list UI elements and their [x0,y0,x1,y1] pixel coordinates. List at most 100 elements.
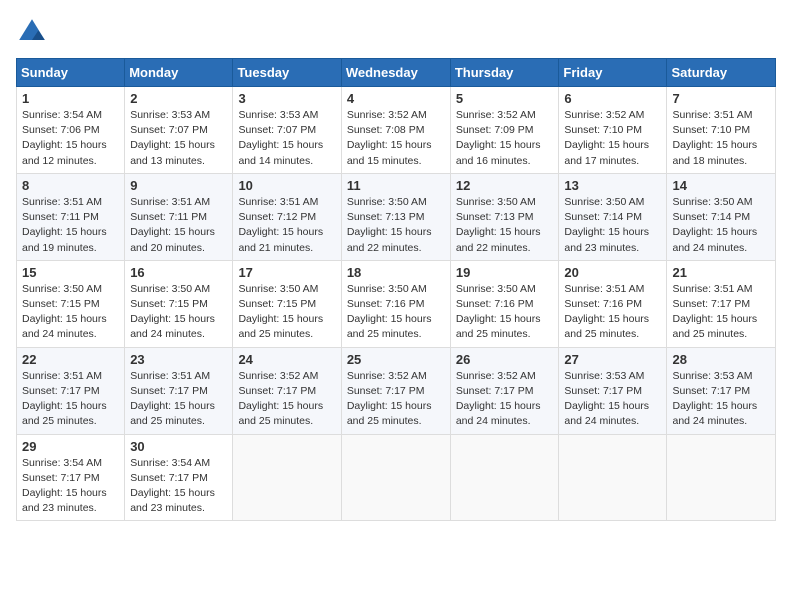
calendar-day-26: 26 Sunrise: 3:52 AMSunset: 7:17 PMDayligh… [450,347,559,434]
logo [16,16,52,48]
header-tuesday: Tuesday [233,59,341,87]
calendar-week-3: 15 Sunrise: 3:50 AMSunset: 7:15 PMDayligh… [17,260,776,347]
header-friday: Friday [559,59,667,87]
calendar-day-30: 30Sunrise: 3:54 AMSunset: 7:17 PMDayligh… [125,434,233,521]
calendar-week-4: 22 Sunrise: 3:51 AMSunset: 7:17 PMDayligh… [17,347,776,434]
day-number: 21 [672,265,770,280]
cell-info: Sunrise: 3:54 AMSunset: 7:06 PMDaylight:… [22,108,119,169]
calendar-day-20: 20 Sunrise: 3:51 AMSunset: 7:16 PMDayligh… [559,260,667,347]
calendar-day-7: 7 Sunrise: 3:51 AMSunset: 7:10 PMDaylight… [667,87,776,174]
cell-info: Sunrise: 3:51 AMSunset: 7:17 PMDaylight:… [672,282,770,343]
cell-info: Sunrise: 3:51 AMSunset: 7:17 PMDaylight:… [130,369,227,430]
header-monday: Monday [125,59,233,87]
cell-info: Sunrise: 3:52 AMSunset: 7:17 PMDaylight:… [347,369,445,430]
cell-info: Sunrise: 3:50 AMSunset: 7:16 PMDaylight:… [347,282,445,343]
calendar-day-14: 14Sunrise: 3:50 AMSunset: 7:14 PMDayligh… [667,173,776,260]
calendar-day-25: 25 Sunrise: 3:52 AMSunset: 7:17 PMDayligh… [341,347,450,434]
calendar-day-18: 18Sunrise: 3:50 AMSunset: 7:16 PMDayligh… [341,260,450,347]
day-number: 28 [672,352,770,367]
calendar-day-6: 6Sunrise: 3:52 AMSunset: 7:10 PMDaylight… [559,87,667,174]
calendar-day-13: 13Sunrise: 3:50 AMSunset: 7:14 PMDayligh… [559,173,667,260]
header-saturday: Saturday [667,59,776,87]
calendar-day-29: 29Sunrise: 3:54 AMSunset: 7:17 PMDayligh… [17,434,125,521]
calendar-day-23: 23 Sunrise: 3:51 AMSunset: 7:17 PMDayligh… [125,347,233,434]
cell-info: Sunrise: 3:50 AMSunset: 7:14 PMDaylight:… [672,195,770,256]
cell-info: Sunrise: 3:53 AMSunset: 7:07 PMDaylight:… [238,108,335,169]
cell-info: Sunrise: 3:54 AMSunset: 7:17 PMDaylight:… [130,456,227,517]
cell-info: Sunrise: 3:51 AMSunset: 7:16 PMDaylight:… [564,282,661,343]
logo-icon [16,16,48,48]
cell-info: Sunrise: 3:52 AMSunset: 7:17 PMDaylight:… [456,369,554,430]
calendar-day-12: 12Sunrise: 3:50 AMSunset: 7:13 PMDayligh… [450,173,559,260]
cell-info: Sunrise: 3:50 AMSunset: 7:13 PMDaylight:… [456,195,554,256]
day-number: 26 [456,352,554,367]
cell-info: Sunrise: 3:53 AMSunset: 7:07 PMDaylight:… [130,108,227,169]
calendar-day-28: 28 Sunrise: 3:53 AMSunset: 7:17 PMDayligh… [667,347,776,434]
calendar-day-8: 8 Sunrise: 3:51 AMSunset: 7:11 PMDaylight… [17,173,125,260]
day-number: 8 [22,178,119,193]
empty-cell [233,434,341,521]
calendar-day-9: 9Sunrise: 3:51 AMSunset: 7:11 PMDaylight… [125,173,233,260]
cell-info: Sunrise: 3:50 AMSunset: 7:15 PMDaylight:… [22,282,119,343]
calendar-day-21: 21 Sunrise: 3:51 AMSunset: 7:17 PMDayligh… [667,260,776,347]
calendar-day-19: 19 Sunrise: 3:50 AMSunset: 7:16 PMDayligh… [450,260,559,347]
calendar-day-24: 24 Sunrise: 3:52 AMSunset: 7:17 PMDayligh… [233,347,341,434]
cell-info: Sunrise: 3:50 AMSunset: 7:15 PMDaylight:… [130,282,227,343]
day-number: 4 [347,91,445,106]
day-number: 15 [22,265,119,280]
calendar-day-27: 27Sunrise: 3:53 AMSunset: 7:17 PMDayligh… [559,347,667,434]
day-number: 17 [238,265,335,280]
cell-info: Sunrise: 3:53 AMSunset: 7:17 PMDaylight:… [564,369,661,430]
empty-cell [450,434,559,521]
cell-info: Sunrise: 3:54 AMSunset: 7:17 PMDaylight:… [22,456,119,517]
cell-info: Sunrise: 3:50 AMSunset: 7:13 PMDaylight:… [347,195,445,256]
day-number: 5 [456,91,554,106]
calendar-day-16: 16 Sunrise: 3:50 AMSunset: 7:15 PMDayligh… [125,260,233,347]
cell-info: Sunrise: 3:51 AMSunset: 7:17 PMDaylight:… [22,369,119,430]
calendar-day-2: 2 Sunrise: 3:53 AMSunset: 7:07 PMDaylight… [125,87,233,174]
calendar-day-1: 1 Sunrise: 3:54 AMSunset: 7:06 PMDaylight… [17,87,125,174]
day-number: 25 [347,352,445,367]
day-number: 7 [672,91,770,106]
header-sunday: Sunday [17,59,125,87]
empty-cell [667,434,776,521]
day-number: 22 [22,352,119,367]
header-wednesday: Wednesday [341,59,450,87]
calendar-week-2: 8 Sunrise: 3:51 AMSunset: 7:11 PMDaylight… [17,173,776,260]
cell-info: Sunrise: 3:52 AMSunset: 7:17 PMDaylight:… [238,369,335,430]
cell-info: Sunrise: 3:51 AMSunset: 7:10 PMDaylight:… [672,108,770,169]
day-number: 1 [22,91,119,106]
calendar-week-1: 1 Sunrise: 3:54 AMSunset: 7:06 PMDaylight… [17,87,776,174]
calendar-day-4: 4 Sunrise: 3:52 AMSunset: 7:08 PMDaylight… [341,87,450,174]
calendar-header-row: SundayMondayTuesdayWednesdayThursdayFrid… [17,59,776,87]
calendar-table: SundayMondayTuesdayWednesdayThursdayFrid… [16,58,776,521]
calendar-day-3: 3 Sunrise: 3:53 AMSunset: 7:07 PMDaylight… [233,87,341,174]
page-header [16,16,776,48]
calendar-day-10: 10 Sunrise: 3:51 AMSunset: 7:12 PMDayligh… [233,173,341,260]
cell-info: Sunrise: 3:51 AMSunset: 7:11 PMDaylight:… [22,195,119,256]
empty-cell [341,434,450,521]
cell-info: Sunrise: 3:52 AMSunset: 7:10 PMDaylight:… [564,108,661,169]
empty-cell [559,434,667,521]
calendar-day-22: 22 Sunrise: 3:51 AMSunset: 7:17 PMDayligh… [17,347,125,434]
cell-info: Sunrise: 3:50 AMSunset: 7:16 PMDaylight:… [456,282,554,343]
day-number: 2 [130,91,227,106]
calendar-day-5: 5Sunrise: 3:52 AMSunset: 7:09 PMDaylight… [450,87,559,174]
day-number: 11 [347,178,445,193]
cell-info: Sunrise: 3:50 AMSunset: 7:15 PMDaylight:… [238,282,335,343]
day-number: 23 [130,352,227,367]
cell-info: Sunrise: 3:53 AMSunset: 7:17 PMDaylight:… [672,369,770,430]
day-number: 20 [564,265,661,280]
day-number: 24 [238,352,335,367]
calendar-day-17: 17 Sunrise: 3:50 AMSunset: 7:15 PMDayligh… [233,260,341,347]
cell-info: Sunrise: 3:51 AMSunset: 7:12 PMDaylight:… [238,195,335,256]
day-number: 3 [238,91,335,106]
calendar-day-11: 11 Sunrise: 3:50 AMSunset: 7:13 PMDayligh… [341,173,450,260]
calendar-week-5: 29Sunrise: 3:54 AMSunset: 7:17 PMDayligh… [17,434,776,521]
day-number: 10 [238,178,335,193]
day-number: 16 [130,265,227,280]
day-number: 9 [130,178,227,193]
day-number: 13 [564,178,661,193]
cell-info: Sunrise: 3:52 AMSunset: 7:08 PMDaylight:… [347,108,445,169]
day-number: 19 [456,265,554,280]
